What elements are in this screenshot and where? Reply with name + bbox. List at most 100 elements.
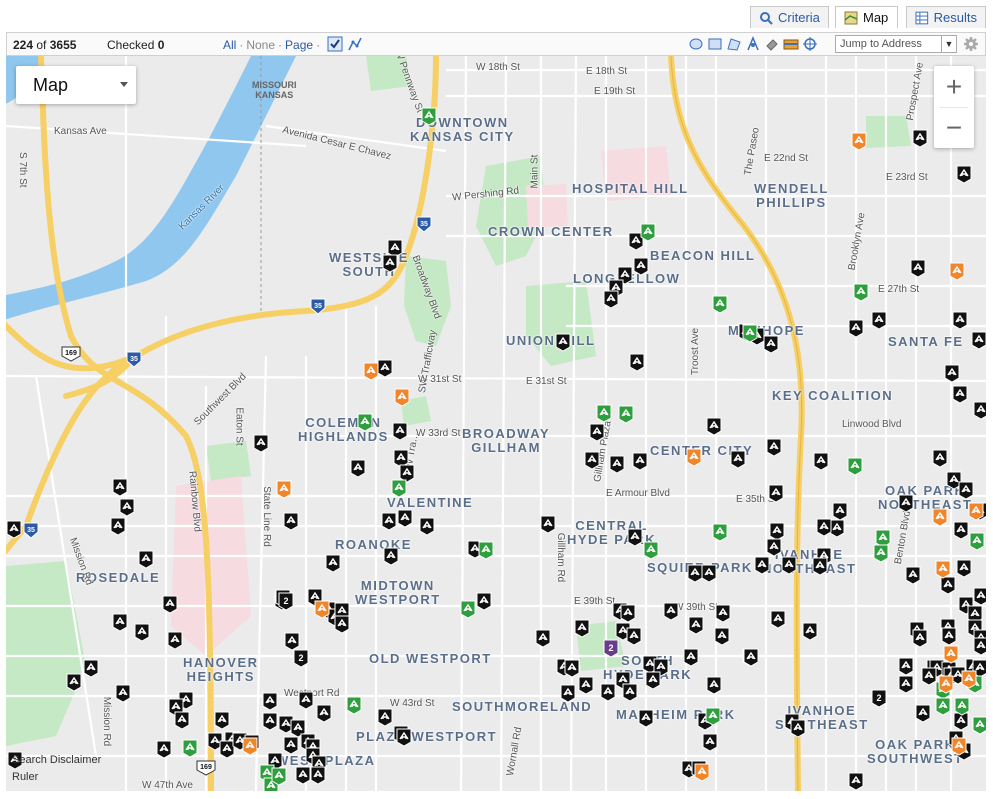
- listing-marker[interactable]: [714, 627, 730, 646]
- listing-marker[interactable]: [912, 129, 928, 148]
- listing-marker[interactable]: [953, 521, 969, 540]
- listing-marker[interactable]: [83, 659, 99, 678]
- listing-marker[interactable]: [627, 528, 643, 547]
- listing-marker[interactable]: [298, 691, 314, 710]
- listing-marker-pending[interactable]: [314, 600, 330, 619]
- listing-marker-pending[interactable]: [949, 262, 965, 281]
- listing-marker[interactable]: [898, 657, 914, 676]
- listing-marker-new[interactable]: [618, 405, 634, 424]
- listing-marker-new[interactable]: [954, 697, 970, 716]
- ruler-link[interactable]: Ruler: [12, 769, 101, 786]
- jump-to-address-input[interactable]: Jump to Address ▼: [835, 35, 957, 53]
- tab-criteria[interactable]: Criteria: [750, 6, 829, 28]
- listing-marker[interactable]: [392, 422, 408, 441]
- listing-marker[interactable]: [701, 564, 717, 583]
- listing-marker[interactable]: [629, 353, 645, 372]
- listing-marker[interactable]: [956, 165, 972, 184]
- listing-marker[interactable]: [350, 459, 366, 478]
- listing-marker[interactable]: [802, 622, 818, 641]
- listing-marker-pending[interactable]: [686, 448, 702, 467]
- listing-marker-new[interactable]: [643, 541, 659, 560]
- listing-marker[interactable]: [156, 740, 172, 759]
- listing-marker[interactable]: [6, 520, 22, 539]
- listing-marker[interactable]: [112, 613, 128, 632]
- listing-marker[interactable]: [688, 616, 704, 635]
- listing-marker[interactable]: [848, 319, 864, 338]
- listing-marker-new[interactable]: [705, 707, 721, 726]
- listing-marker[interactable]: [973, 587, 986, 606]
- listing-marker[interactable]: [393, 449, 409, 468]
- listing-marker[interactable]: [683, 648, 699, 667]
- listing-marker-new[interactable]: [972, 716, 986, 735]
- listing-marker-new[interactable]: [969, 532, 985, 551]
- listing-marker[interactable]: [253, 434, 269, 453]
- marker-cluster[interactable]: 2: [293, 649, 309, 668]
- search-disclaimer-link[interactable]: Search Disclaimer: [12, 752, 101, 769]
- listing-marker-new[interactable]: [478, 541, 494, 560]
- listing-marker[interactable]: [382, 254, 398, 273]
- listing-marker[interactable]: [334, 615, 350, 634]
- listing-marker[interactable]: [564, 659, 580, 678]
- listing-marker[interactable]: [112, 478, 128, 497]
- listing-marker[interactable]: [632, 452, 648, 471]
- listing-marker-pending[interactable]: [968, 502, 984, 521]
- select-page-link[interactable]: Page: [285, 38, 313, 52]
- listing-marker-new[interactable]: [873, 544, 889, 563]
- listing-marker[interactable]: [283, 512, 299, 531]
- listing-marker-pending[interactable]: [276, 480, 292, 499]
- listing-marker[interactable]: [770, 610, 786, 629]
- listing-marker-pending[interactable]: [394, 388, 410, 407]
- zoom-out-button[interactable]: −: [934, 107, 974, 148]
- listing-marker[interactable]: [325, 554, 341, 573]
- listing-marker[interactable]: [620, 604, 636, 623]
- listing-marker[interactable]: [383, 547, 399, 566]
- listing-marker[interactable]: [813, 452, 829, 471]
- listing-marker[interactable]: [167, 631, 183, 650]
- listing-marker[interactable]: [754, 556, 770, 575]
- listing-marker[interactable]: [763, 335, 779, 354]
- listing-marker[interactable]: [915, 704, 931, 723]
- listing-marker[interactable]: [603, 290, 619, 309]
- listing-marker[interactable]: [944, 364, 960, 383]
- listing-marker-new[interactable]: [271, 767, 287, 786]
- listing-marker[interactable]: [316, 704, 332, 723]
- polygon-draw-icon[interactable]: [726, 36, 742, 52]
- listing-marker[interactable]: [419, 517, 435, 536]
- listing-marker[interactable]: [952, 311, 968, 330]
- listing-marker-pending[interactable]: [935, 560, 951, 579]
- listing-marker[interactable]: [766, 538, 782, 557]
- listing-marker[interactable]: [609, 455, 625, 474]
- listing-marker-pending[interactable]: [851, 132, 867, 151]
- listing-marker-new[interactable]: [712, 523, 728, 542]
- listing-marker[interactable]: [973, 637, 986, 656]
- listing-marker[interactable]: [584, 451, 600, 470]
- tab-results[interactable]: Results: [906, 6, 986, 28]
- marker-cluster[interactable]: 2: [278, 592, 294, 611]
- listing-marker[interactable]: [769, 522, 785, 541]
- rectangle-draw-icon[interactable]: [707, 36, 723, 52]
- listing-marker[interactable]: [284, 632, 300, 651]
- listing-marker[interactable]: [262, 692, 278, 711]
- listing-marker-pending[interactable]: [961, 670, 977, 689]
- listing-marker[interactable]: [115, 684, 131, 703]
- listing-marker[interactable]: [905, 566, 921, 585]
- listing-marker[interactable]: [812, 557, 828, 576]
- listing-marker[interactable]: [702, 733, 718, 752]
- crosshair-icon[interactable]: [802, 36, 818, 52]
- listing-marker[interactable]: [219, 740, 235, 759]
- listing-marker[interactable]: [560, 684, 576, 703]
- listing-marker[interactable]: [790, 719, 806, 738]
- listing-marker-new[interactable]: [421, 107, 437, 126]
- listing-marker-new[interactable]: [847, 457, 863, 476]
- listing-marker[interactable]: [574, 619, 590, 638]
- listing-marker[interactable]: [476, 592, 492, 611]
- check-box-icon[interactable]: [327, 36, 343, 52]
- listing-marker[interactable]: [622, 683, 638, 702]
- listing-marker[interactable]: [898, 675, 914, 694]
- listing-marker[interactable]: [397, 509, 413, 528]
- listing-marker[interactable]: [174, 711, 190, 730]
- zoom-in-button[interactable]: +: [934, 66, 974, 107]
- listing-marker[interactable]: [816, 518, 832, 537]
- listing-marker[interactable]: [381, 512, 397, 531]
- listing-marker[interactable]: [687, 564, 703, 583]
